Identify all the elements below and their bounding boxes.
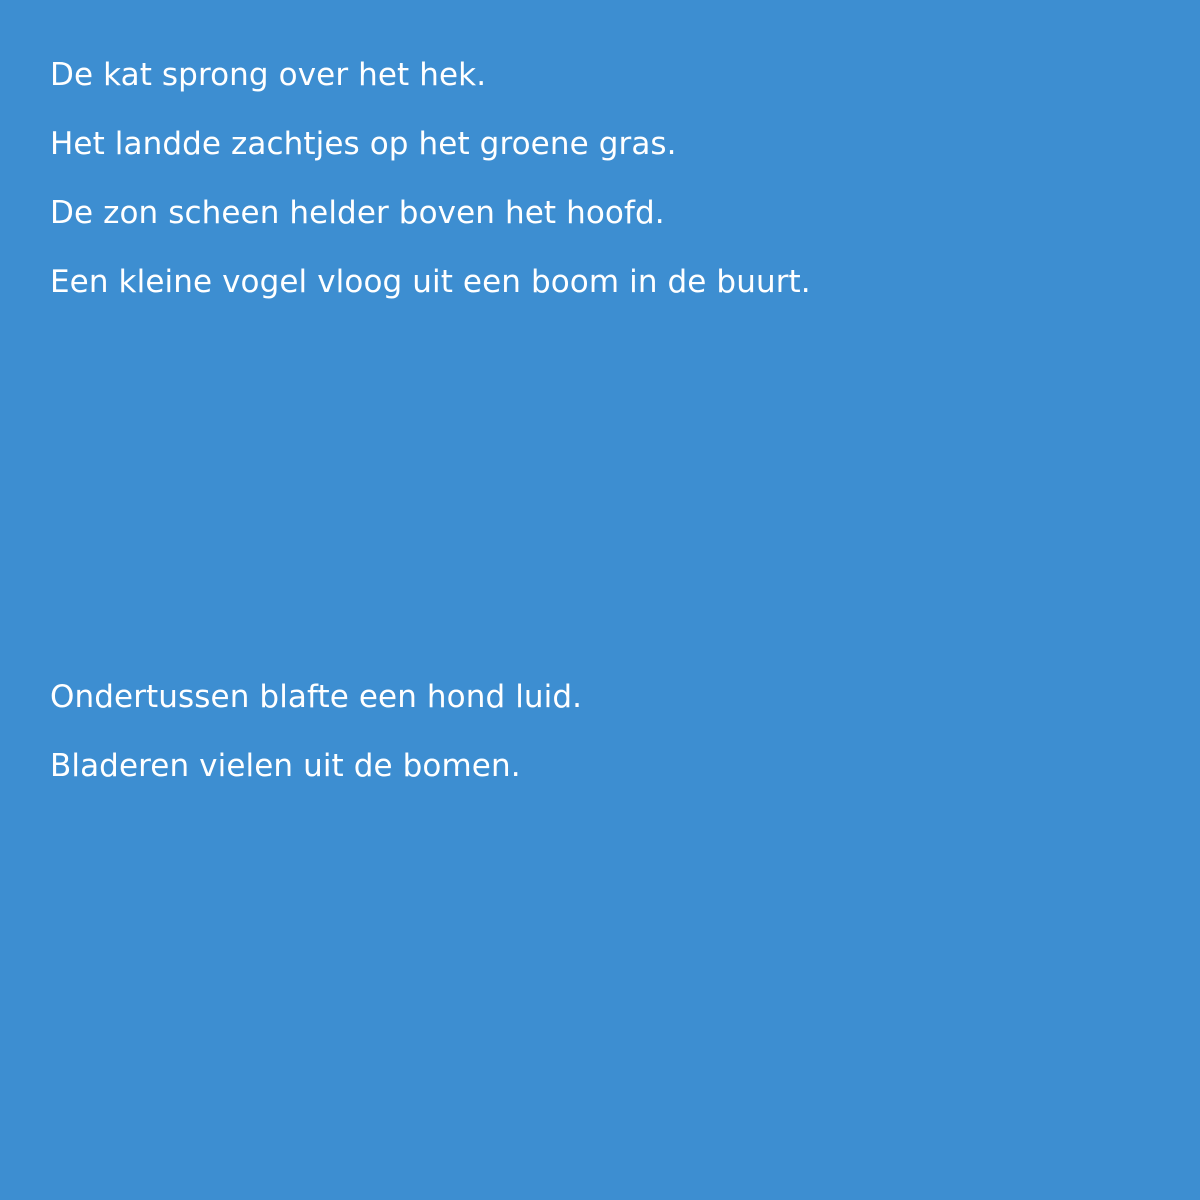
text-line: Het landde zachtjes op het groene gras.: [50, 126, 677, 162]
paragraph-bottom: Ondertussen blafte een hond luid. Blader…: [50, 677, 1150, 815]
text-line: Bladeren vielen uit de bomen.: [50, 748, 521, 784]
paragraph-top: De kat sprong over het hek. Het landde z…: [50, 55, 1150, 331]
text-line: Ondertussen blafte een hond luid.: [50, 679, 583, 715]
document-page: De kat sprong over het hek. Het landde z…: [0, 0, 1200, 1200]
text-line: De kat sprong over het hek.: [50, 57, 487, 93]
text-line: Een kleine vogel vloog uit een boom in d…: [50, 264, 811, 300]
text-line: De zon scheen helder boven het hoofd.: [50, 195, 665, 231]
